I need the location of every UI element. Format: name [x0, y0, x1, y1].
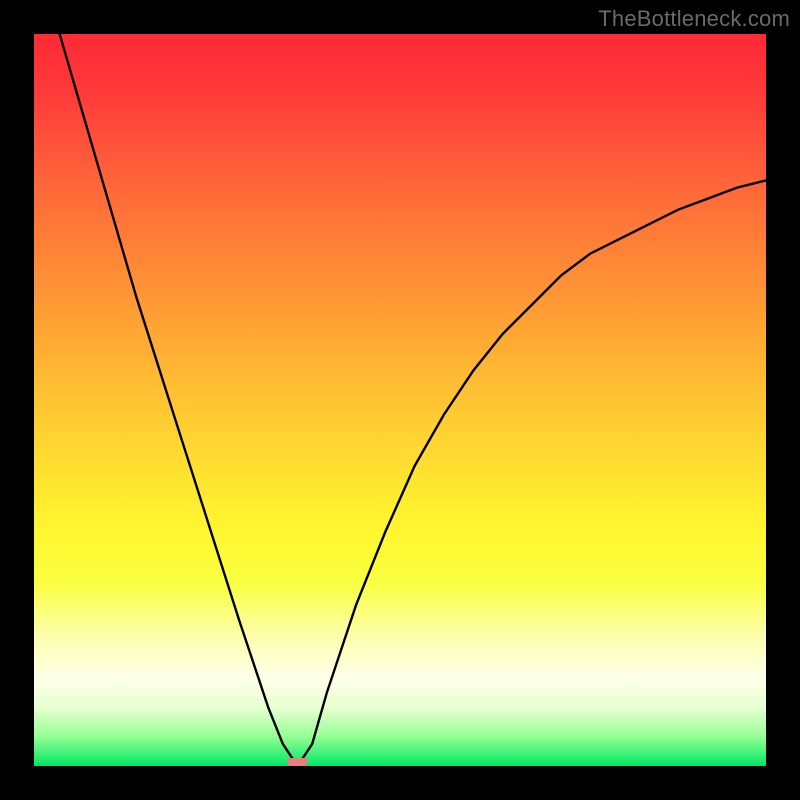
min-marker [287, 758, 309, 766]
bottleneck-curve [34, 34, 766, 766]
plot-area [34, 34, 766, 766]
watermark-text: TheBottleneck.com [598, 6, 790, 32]
curve-path [34, 34, 766, 766]
chart-frame: TheBottleneck.com [0, 0, 800, 800]
